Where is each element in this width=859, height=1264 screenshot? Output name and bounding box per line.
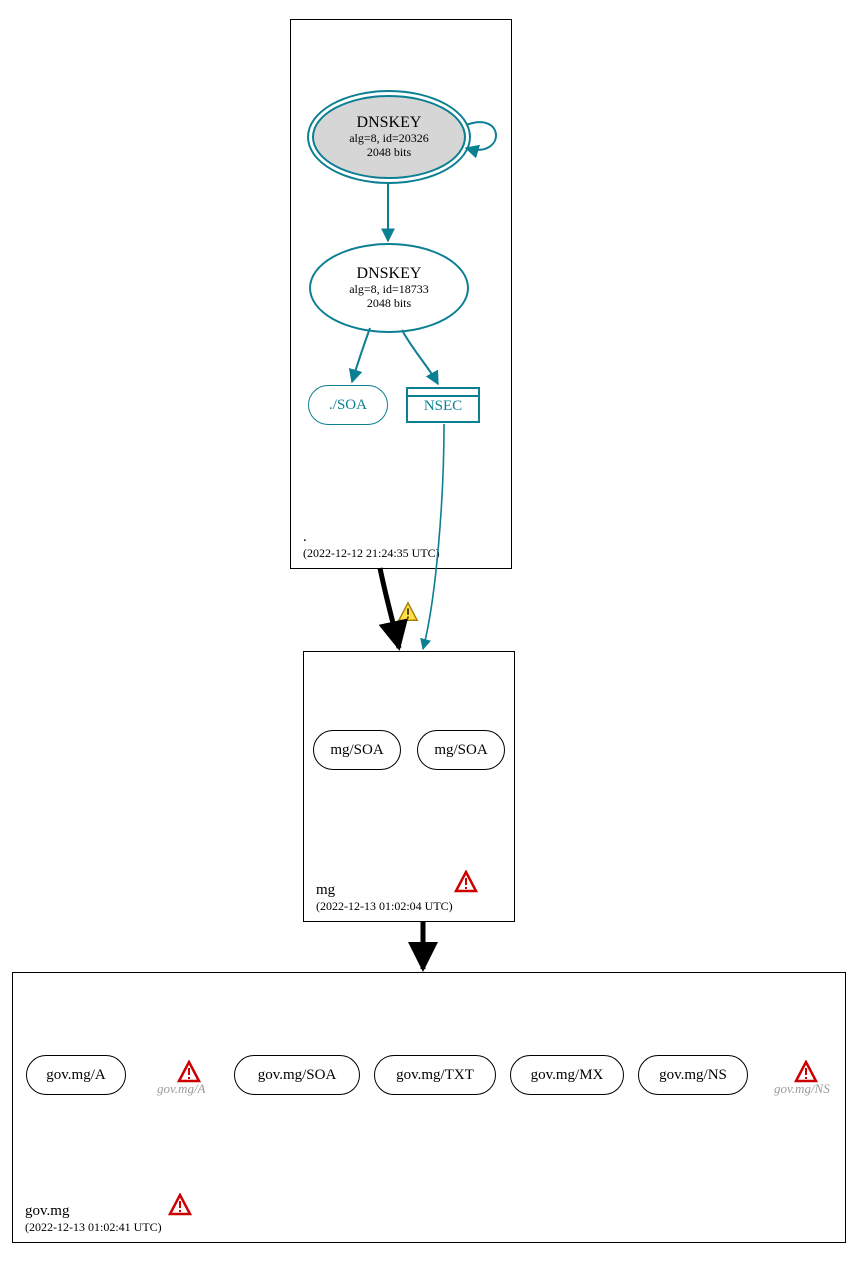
mg-soa-label-1: mg/SOA: [330, 742, 383, 759]
govmg-mx-node: gov.mg/MX: [510, 1055, 624, 1095]
govmg-a-label: gov.mg/A: [46, 1067, 105, 1084]
zone-mg-label: mg (2022-12-13 01:02:04 UTC): [316, 881, 453, 913]
zone-govmg-timestamp: (2022-12-13 01:02:41 UTC): [25, 1220, 162, 1234]
mg-soa-node-1: mg/SOA: [313, 730, 401, 770]
govmg-txt-label: gov.mg/TXT: [396, 1067, 474, 1084]
dnskey-ksk-title: DNSKEY: [357, 114, 422, 132]
govmg-soa-label: gov.mg/SOA: [258, 1067, 337, 1084]
govmg-ns-label: gov.mg/NS: [659, 1067, 727, 1084]
root-soa-label: ./SOA: [329, 397, 367, 414]
govmg-soa-node: gov.mg/SOA: [234, 1055, 360, 1095]
zone-root-label: . (2022-12-12 21:24:35 UTC): [303, 528, 440, 560]
dnskey-zsk-bits: 2048 bits: [367, 297, 411, 311]
error-icon: [168, 1193, 192, 1217]
dnskey-ksk-outer: DNSKEY alg=8, id=20326 2048 bits: [307, 90, 471, 184]
zone-root: DNSKEY alg=8, id=20326 2048 bits DNSKEY …: [290, 19, 512, 569]
dnskey-zsk-title: DNSKEY: [357, 265, 422, 283]
govmg-a-node: gov.mg/A: [26, 1055, 126, 1095]
root-soa-node: ./SOA: [308, 385, 388, 425]
nsec-node: NSEC: [406, 387, 480, 423]
zone-root-name: .: [303, 528, 440, 546]
dnskey-ksk: DNSKEY alg=8, id=20326 2048 bits: [312, 95, 466, 179]
zone-root-timestamp: (2022-12-12 21:24:35 UTC): [303, 546, 440, 560]
zone-mg-timestamp: (2022-12-13 01:02:04 UTC): [316, 899, 453, 913]
dnskey-ksk-bits: 2048 bits: [367, 146, 411, 160]
nsec-label: NSEC: [408, 397, 478, 415]
mg-soa-node-2: mg/SOA: [417, 730, 505, 770]
error-icon: [177, 1060, 201, 1084]
zone-govmg-name: gov.mg: [25, 1202, 162, 1220]
govmg-ns-node: gov.mg/NS: [638, 1055, 748, 1095]
dnskey-zsk: DNSKEY alg=8, id=18733 2048 bits: [309, 243, 469, 333]
zone-mg: mg/SOA mg/SOA mg (2022-12-13 01:02:04 UT…: [303, 651, 515, 922]
error-icon: [454, 870, 478, 894]
dnskey-zsk-alg: alg=8, id=18733: [349, 283, 429, 297]
error-icon: [794, 1060, 818, 1084]
mg-soa-label-2: mg/SOA: [434, 742, 487, 759]
zone-govmg: gov.mg/A gov.mg/A gov.mg/SOA gov.mg/TXT …: [12, 972, 846, 1243]
govmg-mx-label: gov.mg/MX: [531, 1067, 604, 1084]
govmg-txt-node: gov.mg/TXT: [374, 1055, 496, 1095]
warning-icon: [397, 601, 419, 623]
zone-mg-name: mg: [316, 881, 453, 899]
zone-govmg-label: gov.mg (2022-12-13 01:02:41 UTC): [25, 1202, 162, 1234]
nsec-top-stripe: [408, 389, 478, 397]
dnskey-ksk-alg: alg=8, id=20326: [349, 132, 429, 146]
